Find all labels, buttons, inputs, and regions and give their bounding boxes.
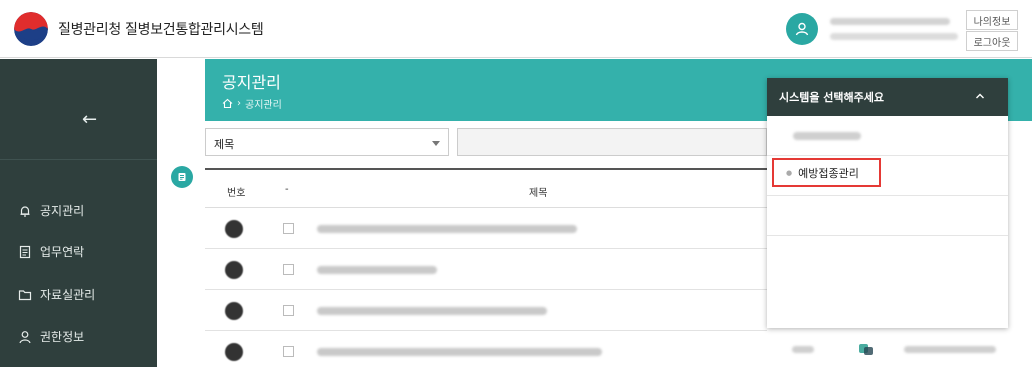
app-title: 질병관리청 질병보건통합관리시스템: [58, 22, 264, 38]
sidebar-item-library[interactable]: 자료실관리: [18, 286, 95, 303]
breadcrumb-separator: ›: [237, 98, 241, 109]
select-value: 제목: [214, 138, 235, 151]
government-logo: [14, 12, 48, 46]
table-row[interactable]: [205, 209, 767, 249]
top-header: 질병관리청 질병보건통합관리시스템 나의정보 로그아웃: [0, 0, 1032, 58]
sidebar-item-label: 업무연락: [40, 245, 85, 259]
sidebar-divider: [0, 159, 157, 160]
row-checkbox[interactable]: [283, 223, 294, 234]
sidebar-item-permission[interactable]: 권한정보: [18, 328, 84, 345]
bell-icon: [20, 205, 30, 217]
chevron-up-icon[interactable]: [974, 90, 986, 102]
option-label-blurred: [793, 132, 861, 140]
my-info-button[interactable]: 나의정보: [966, 10, 1018, 30]
search-input[interactable]: [457, 128, 767, 156]
sidebar-item-label: 공지관리: [40, 204, 85, 218]
breadcrumb-current: 공지관리: [245, 100, 282, 111]
sidebar-toggle-button[interactable]: [171, 166, 193, 188]
system-select-dropdown: 시스템을 선택해주세요 ● 예방접종관리: [767, 78, 1008, 328]
row-avatar: [225, 302, 243, 320]
row-avatar: [225, 220, 243, 238]
sidebar: ← 공지관리 업무연락 자료실관리 권한정보: [0, 59, 157, 367]
dropdown-option[interactable]: [767, 116, 1008, 156]
table-row[interactable]: [205, 250, 767, 290]
dropdown-option-vaccination[interactable]: ● 예방접종관리: [767, 156, 1008, 196]
row-avatar: [225, 261, 243, 279]
row-checkbox[interactable]: [283, 346, 294, 357]
dropdown-header[interactable]: 시스템을 선택해주세요: [767, 78, 1008, 116]
back-arrow-icon[interactable]: ←: [82, 109, 97, 130]
attachment-icon: [858, 341, 874, 355]
folder-icon: [18, 289, 32, 300]
table-row[interactable]: [205, 291, 767, 331]
user-info-blurred: [830, 14, 960, 46]
row-title-blurred: [317, 225, 577, 233]
column-header-number: 번호: [227, 188, 246, 199]
sidebar-item-notice[interactable]: 공지관리: [18, 202, 84, 219]
chevron-down-icon: [432, 141, 440, 146]
user-avatar[interactable]: [786, 13, 818, 45]
row-author-blurred: [792, 346, 814, 353]
table-header: 번호 - 제목: [205, 168, 767, 208]
user-icon: [795, 22, 809, 36]
row-avatar: [225, 343, 243, 361]
column-header-title: 제목: [529, 188, 548, 199]
row-checkbox[interactable]: [283, 264, 294, 275]
option-label: 예방접종관리: [798, 166, 859, 180]
memo-icon: [178, 173, 186, 181]
bullet-icon: ●: [786, 168, 793, 177]
table-row[interactable]: [205, 332, 767, 367]
dropdown-option-empty[interactable]: [767, 196, 1008, 236]
page-title: 공지관리: [222, 73, 281, 92]
row-title-blurred: [317, 348, 602, 356]
person-icon: [19, 330, 31, 343]
sidebar-item-work-contact[interactable]: 업무연락: [18, 243, 84, 260]
document-icon: [19, 245, 31, 258]
sidebar-item-label: 자료실관리: [40, 288, 96, 302]
highlight-box: ● 예방접종관리: [772, 158, 881, 187]
row-title-blurred: [317, 266, 437, 274]
sidebar-item-label: 권한정보: [40, 330, 85, 344]
logout-button[interactable]: 로그아웃: [966, 31, 1018, 51]
column-header-mark: -: [285, 184, 289, 195]
dropdown-header-label: 시스템을 선택해주세요: [779, 91, 885, 104]
row-date-blurred: [904, 346, 996, 353]
breadcrumb: › 공지관리: [222, 96, 282, 111]
home-icon[interactable]: [222, 98, 233, 109]
search-type-select[interactable]: 제목: [205, 128, 449, 156]
row-title-blurred: [317, 307, 547, 315]
row-checkbox[interactable]: [283, 305, 294, 316]
